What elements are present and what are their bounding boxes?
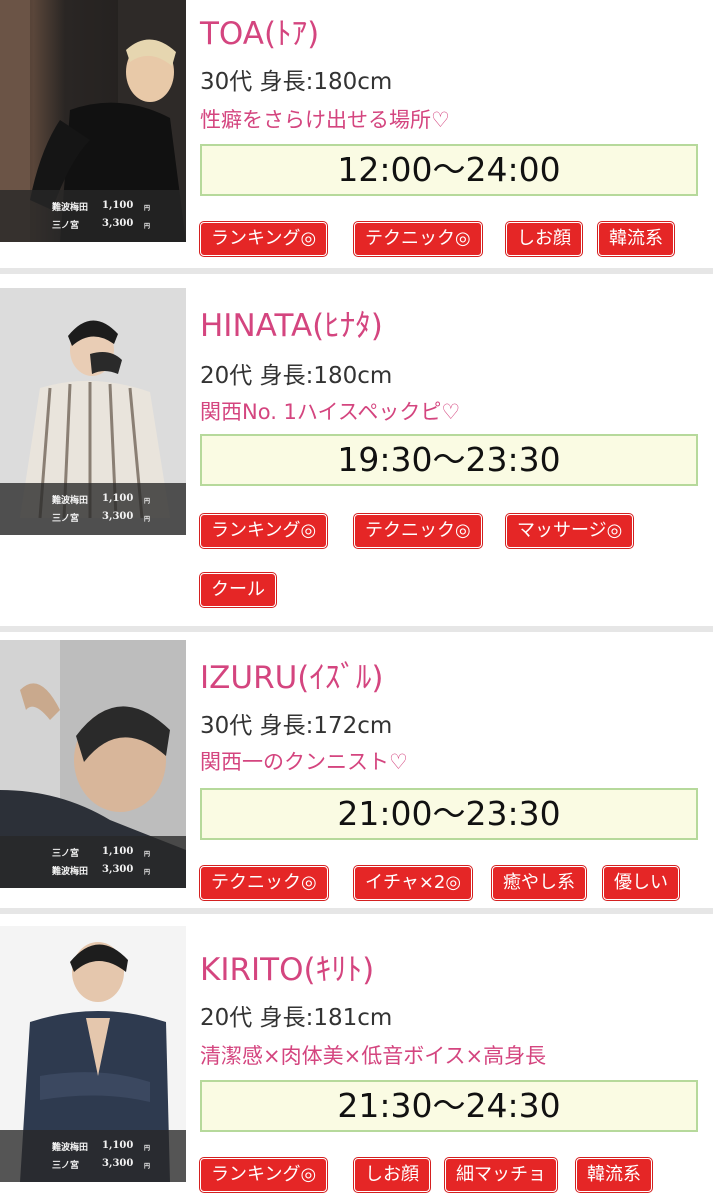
price-value: 1,100 [102, 1140, 134, 1151]
staff-catchphrase: 関西一のクンニスト♡ [200, 750, 408, 774]
staff-spec: 30代 身長:180cm [200, 69, 393, 95]
price-box: 難波梅田 1,100 円 三ノ宮 3,300 円 [0, 483, 186, 535]
price-unit: 円 [144, 1145, 151, 1152]
price-box: 三ノ宮 1,100 円 難波梅田 3,300 円 [0, 836, 186, 888]
tag-badge: ランキング◎ [200, 514, 328, 548]
price-unit: 円 [144, 851, 151, 858]
price-unit: 円 [144, 869, 151, 876]
price-unit: 円 [144, 498, 151, 505]
work-time: 21:00〜23:30 [200, 788, 698, 840]
staff-spec: 30代 身長:172cm [200, 713, 393, 739]
price-area: 三ノ宮 [52, 221, 80, 231]
price-value: 3,300 [102, 864, 134, 875]
price-unit: 円 [144, 223, 151, 230]
price-box: 難波梅田 1,100 円 三ノ宮 3,300 円 [0, 1130, 186, 1182]
staff-photo[interactable]: 三ノ宮 1,100 円 難波梅田 3,300 円 [0, 640, 186, 888]
staff-catchphrase: 関西No. 1ハイスペックピ♡ [200, 400, 461, 424]
tag-badge: 細マッチョ [445, 1158, 557, 1192]
card-divider [0, 268, 713, 274]
tag-badge: ランキング◎ [200, 222, 328, 256]
tag-badge: マッサージ◎ [506, 514, 634, 548]
price-area: 三ノ宮 [52, 849, 80, 859]
price-area: 三ノ宮 [52, 1161, 80, 1171]
staff-name[interactable]: HINATA(ﾋﾅﾀ) [200, 300, 383, 345]
tag-badge: 韓流系 [598, 222, 674, 256]
price-value: 3,300 [102, 218, 134, 229]
tag-badge: 癒やし系 [492, 866, 586, 900]
work-time: 12:00〜24:00 [200, 144, 698, 196]
staff-name[interactable]: KIRITO(ｷﾘﾄ) [200, 944, 374, 989]
staff-card[interactable]: 難波梅田 1,100 円 三ノ宮 3,300 円 HINATA(ﾋﾅﾀ) 20代… [0, 276, 713, 621]
tag-badge: テクニック◎ [354, 514, 482, 548]
tag-badge: テクニック◎ [200, 866, 328, 900]
staff-name[interactable]: IZURU(ｲｽﾞﾙ) [200, 652, 384, 697]
tag-badge: 韓流系 [576, 1158, 652, 1192]
tag-badge: テクニック◎ [354, 222, 482, 256]
price-value: 3,300 [102, 1158, 134, 1169]
price-box: 難波梅田 1,100 円 三ノ宮 3,300 円 [0, 190, 186, 242]
staff-card[interactable]: 難波梅田 1,100 円 三ノ宮 3,300 円 KIRITO(ｷﾘﾄ) 20代… [0, 916, 713, 1200]
price-value: 1,100 [102, 200, 134, 211]
tag-badge: イチャ×2◎ [354, 866, 473, 900]
tag-badge: しお顔 [506, 222, 582, 256]
tag-badge: ランキング◎ [200, 1158, 328, 1192]
staff-photo[interactable]: 難波梅田 1,100 円 三ノ宮 3,300 円 [0, 288, 186, 535]
staff-catchphrase: 清潔感×肉体美×低音ボイス×高身長 [200, 1044, 547, 1068]
price-area: 難波梅田 [52, 1143, 89, 1153]
tag-badge: しお顔 [354, 1158, 430, 1192]
price-area: 難波梅田 [52, 496, 89, 506]
price-unit: 円 [144, 205, 151, 212]
price-unit: 円 [144, 1163, 151, 1170]
staff-card[interactable]: 三ノ宮 1,100 円 難波梅田 3,300 円 IZURU(ｲｽﾞﾙ) 30代… [0, 634, 713, 902]
price-value: 1,100 [102, 846, 134, 857]
tag-badge: クール [200, 573, 276, 607]
work-time: 21:30〜24:30 [200, 1080, 698, 1132]
staff-photo[interactable]: 難波梅田 1,100 円 三ノ宮 3,300 円 [0, 0, 186, 242]
staff-spec: 20代 身長:181cm [200, 1005, 393, 1031]
staff-catchphrase: 性癖をさらけ出せる場所♡ [200, 108, 450, 132]
staff-card[interactable]: 難波梅田 1,100 円 三ノ宮 3,300 円 TOA(ﾄｱ) 30代 身長:… [0, 0, 713, 266]
price-area: 難波梅田 [52, 867, 89, 877]
staff-spec: 20代 身長:180cm [200, 363, 393, 389]
price-unit: 円 [144, 516, 151, 523]
price-area: 三ノ宮 [52, 514, 80, 524]
price-area: 難波梅田 [52, 203, 89, 213]
staff-photo[interactable]: 難波梅田 1,100 円 三ノ宮 3,300 円 [0, 926, 186, 1182]
price-value: 1,100 [102, 493, 134, 504]
price-value: 3,300 [102, 511, 134, 522]
card-divider [0, 908, 713, 914]
work-time: 19:30〜23:30 [200, 434, 698, 486]
staff-name[interactable]: TOA(ﾄｱ) [200, 8, 319, 53]
tag-badge: 優しい [603, 866, 679, 900]
card-divider [0, 626, 713, 632]
